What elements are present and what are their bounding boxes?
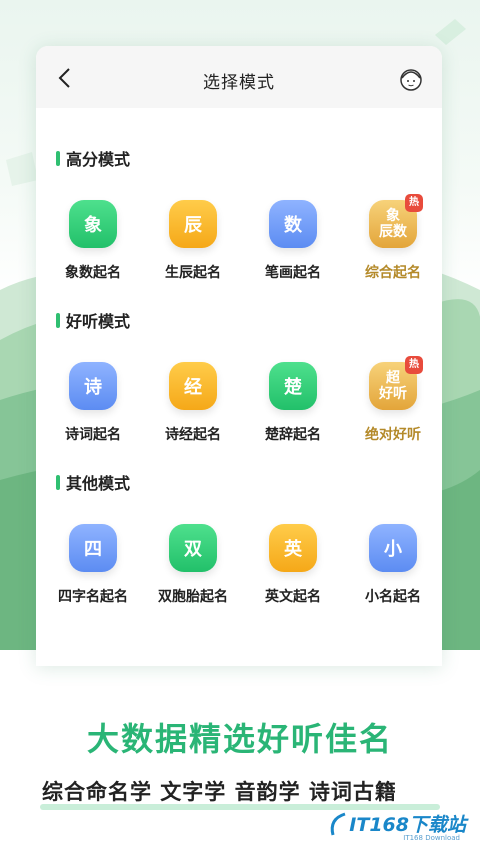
mode-icon: 楚 [269, 362, 317, 410]
section-title-other: 其他模式 [56, 470, 130, 494]
mode-xiaoming[interactable]: 小 小名起名 [343, 524, 442, 606]
mode-chuci[interactable]: 楚 楚辞起名 [243, 362, 343, 444]
mode-icon: 小 [369, 524, 417, 572]
mode-icon: 诗 [69, 362, 117, 410]
navigation-bar: 选择模式 [36, 46, 442, 108]
watermark-text: IT168下载站 [349, 814, 466, 836]
mode-shijing[interactable]: 经 诗经起名 [143, 362, 243, 444]
mode-juedui-haoting[interactable]: 超 好听 热 绝对好听 [343, 356, 442, 444]
mode-shuangbaotai[interactable]: 双 双胞胎起名 [143, 524, 243, 606]
section-title-nice-sound: 好听模式 [56, 308, 130, 332]
mode-icon: 象 辰数 热 [369, 194, 423, 248]
mode-shici[interactable]: 诗 诗词起名 [43, 362, 143, 444]
watermark-subtext: IT168 Download [403, 834, 460, 842]
mode-icon: 超 好听 热 [369, 356, 423, 410]
watermark-arc-icon [331, 812, 346, 835]
mode-yingwen[interactable]: 英 英文起名 [243, 524, 343, 606]
page-title: 选择模式 [203, 73, 275, 93]
mode-icon: 四 [69, 524, 117, 572]
mode-selection-card: 选择模式 高分模式 象 象数起名 辰 生辰起名 数 笔画起名 象 辰数 热 综合… [36, 46, 442, 666]
mode-icon: 数 [269, 200, 317, 248]
mode-icon: 英 [269, 524, 317, 572]
user-avatar-icon[interactable] [398, 66, 424, 92]
mode-xiangshu[interactable]: 象 象数起名 [43, 200, 143, 282]
section-title-high-score: 高分模式 [56, 146, 130, 170]
mode-sizi[interactable]: 四 四字名起名 [43, 524, 143, 606]
promo-slogan: 大数据精选好听佳名 [86, 720, 393, 758]
promo-tags: 综合命名学 文字学 音韵学 诗词古籍 [42, 780, 397, 804]
mode-shengchen[interactable]: 辰 生辰起名 [143, 200, 243, 282]
mode-bihua[interactable]: 数 笔画起名 [243, 200, 343, 282]
hot-badge: 热 [405, 356, 423, 374]
watermark-logo: IT168下载站 IT168 Download [327, 810, 466, 842]
mode-icon: 双 [169, 524, 217, 572]
mode-zonghe[interactable]: 象 辰数 热 综合起名 [343, 194, 442, 282]
mode-icon: 象 [69, 200, 117, 248]
leaf-decoration-icon [435, 19, 466, 45]
mode-icon: 经 [169, 362, 217, 410]
mode-icon: 辰 [169, 200, 217, 248]
hot-badge: 热 [405, 194, 423, 212]
